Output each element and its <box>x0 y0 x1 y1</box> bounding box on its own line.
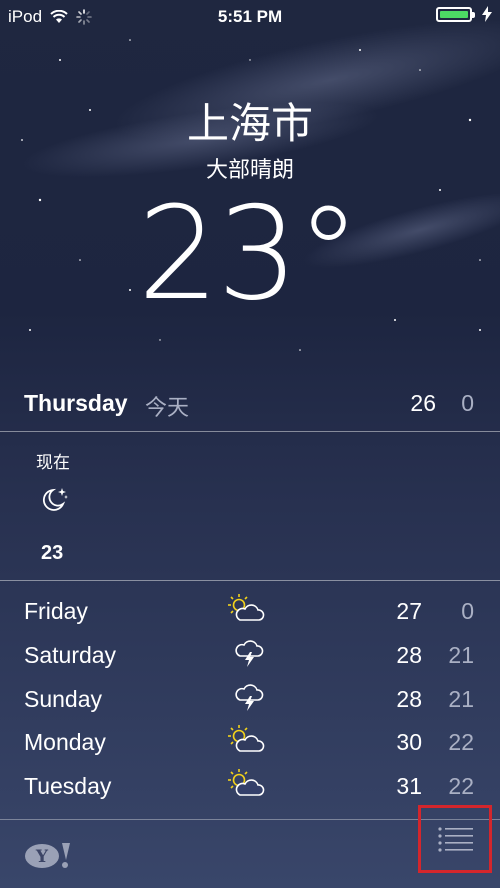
partly-sunny-icon <box>228 725 265 753</box>
svg-text:Y: Y <box>35 847 49 867</box>
forecast-low: 22 <box>448 773 474 800</box>
forecast-high: 30 <box>396 729 422 756</box>
today-high: 26 <box>410 390 436 416</box>
divider <box>0 580 500 581</box>
city-name: 上海市 <box>186 99 313 148</box>
forecast-day: Sunday <box>24 685 103 712</box>
list-icon <box>438 827 473 852</box>
today-low: 0 <box>461 390 474 416</box>
partly-sunny-icon <box>228 769 265 796</box>
forecast-high: 28 <box>396 641 422 668</box>
forecast-day: Tuesday <box>24 773 112 800</box>
forecast-low: 21 <box>448 641 474 668</box>
current-temperature: 23° <box>137 180 361 329</box>
forecast-high: 31 <box>396 773 422 800</box>
forecast-high: 28 <box>396 685 422 712</box>
bottom-toolbar: Y <box>0 805 500 888</box>
forecast-row-monday: Monday 30 22 <box>0 721 500 765</box>
hourly-temp: 23 <box>41 542 64 564</box>
hourly-time: 现在 <box>36 453 70 473</box>
forecast-low: 0 <box>461 598 474 624</box>
partly-sunny-icon <box>228 594 265 621</box>
forecast-day: Friday <box>24 598 88 624</box>
daily-forecast-list: Friday 27 0 Saturday 28 21 Sunday 28 21 <box>0 590 500 809</box>
hourly-forecast[interactable]: 现在 23 <box>0 432 500 580</box>
forecast-high: 27 <box>396 598 422 624</box>
status-bar: iPod 5:51 PM <box>0 0 500 34</box>
today-label: 今天 <box>145 396 190 421</box>
forecast-day: Monday <box>24 729 106 756</box>
charging-bolt-icon <box>482 6 492 22</box>
forecast-row-sunday: Sunday 28 21 <box>0 678 500 722</box>
today-summary-row: Thursday 今天 26 0 <box>0 380 500 428</box>
forecast-row-tuesday: Tuesday 31 22 <box>0 765 500 809</box>
thunderstorm-icon <box>235 640 264 667</box>
moon-stars-icon <box>42 488 68 511</box>
thunderstorm-icon <box>235 683 264 711</box>
forecast-low: 21 <box>448 685 474 712</box>
forecast-day: Saturday <box>24 641 117 668</box>
city-list-button[interactable] <box>418 805 492 873</box>
yahoo-logo[interactable]: Y <box>24 842 72 870</box>
forecast-row-friday: Friday 27 0 <box>0 590 500 634</box>
battery-icon <box>436 6 475 22</box>
today-day: Thursday <box>24 390 128 416</box>
status-time: 5:51 PM <box>217 7 283 26</box>
forecast-low: 22 <box>448 729 474 756</box>
forecast-row-saturday: Saturday 28 21 <box>0 634 500 678</box>
